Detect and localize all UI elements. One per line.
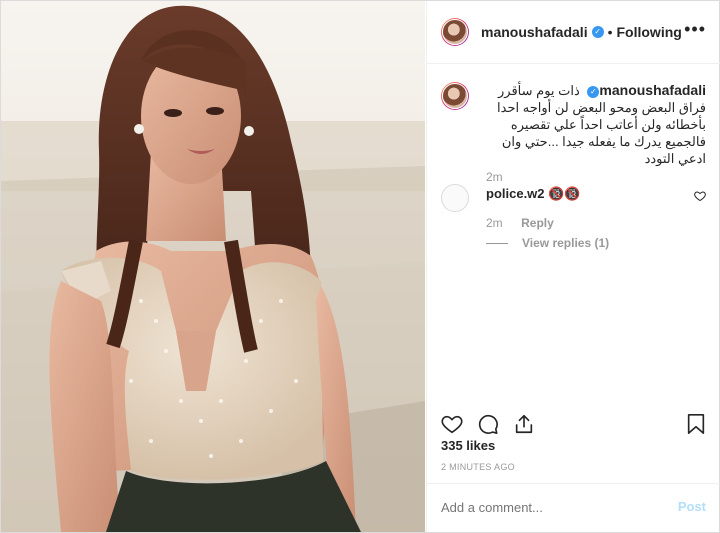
likes-count[interactable]: 335 likes — [441, 438, 495, 453]
view-replies-line — [486, 242, 508, 244]
author-avatar-image — [442, 19, 468, 45]
comment-like-heart-icon[interactable] — [694, 190, 706, 202]
instagram-post: manoushafadali ✓ • Following ••• manoush… — [0, 0, 720, 533]
author-avatar[interactable] — [441, 18, 469, 46]
add-comment-input[interactable] — [441, 500, 661, 515]
post-timestamp: 2 MINUTES AGO — [441, 462, 515, 472]
post-side-panel: manoushafadali ✓ • Following ••• manoush… — [426, 1, 720, 532]
caption-avatar[interactable] — [441, 82, 469, 110]
comment-username[interactable]: police.w2 — [486, 186, 545, 201]
comment-item: police.w2 🔞🔞 2m Reply View replies (1) — [441, 182, 706, 252]
heart-icon[interactable] — [441, 413, 463, 435]
reply-button[interactable]: Reply — [521, 216, 554, 230]
comment-time: 2m — [486, 216, 503, 230]
add-comment-bar: Post — [427, 483, 720, 533]
comment-text: 🔞🔞 — [548, 186, 581, 201]
commenter-avatar[interactable] — [441, 184, 469, 212]
caption-username[interactable]: manoushafadali — [599, 82, 706, 99]
author-username[interactable]: manoushafadali — [481, 24, 588, 40]
bookmark-icon[interactable] — [686, 413, 706, 435]
comments-list[interactable]: manoushafadali✓ ذات يوم سأقرر فراق البعض… — [427, 64, 720, 404]
comment-body: police.w2 🔞🔞 — [486, 186, 581, 202]
caption-avatar-image — [442, 83, 468, 109]
post-header: manoushafadali ✓ • Following ••• — [427, 1, 720, 64]
comment-meta: 2m Reply — [486, 214, 554, 232]
header-separator: • — [607, 24, 613, 40]
post-photo[interactable] — [1, 1, 425, 532]
verified-icon: ✓ — [591, 26, 604, 38]
share-icon[interactable] — [513, 413, 535, 435]
post-comment-button[interactable]: Post — [678, 499, 706, 514]
more-options-icon[interactable]: ••• — [684, 19, 706, 40]
post-photo-image — [1, 1, 425, 532]
following-button[interactable]: Following — [617, 24, 682, 40]
view-replies-button[interactable]: View replies (1) — [522, 236, 609, 250]
view-replies[interactable]: View replies (1) — [486, 236, 609, 250]
action-bar — [427, 405, 720, 441]
comment-icon[interactable] — [477, 413, 499, 435]
author-info: manoushafadali ✓ • Following — [481, 24, 682, 40]
caption-text-block: manoushafadali✓ ذات يوم سأقرر فراق البعض… — [486, 82, 706, 167]
caption-verified-icon: ✓ — [587, 85, 600, 98]
